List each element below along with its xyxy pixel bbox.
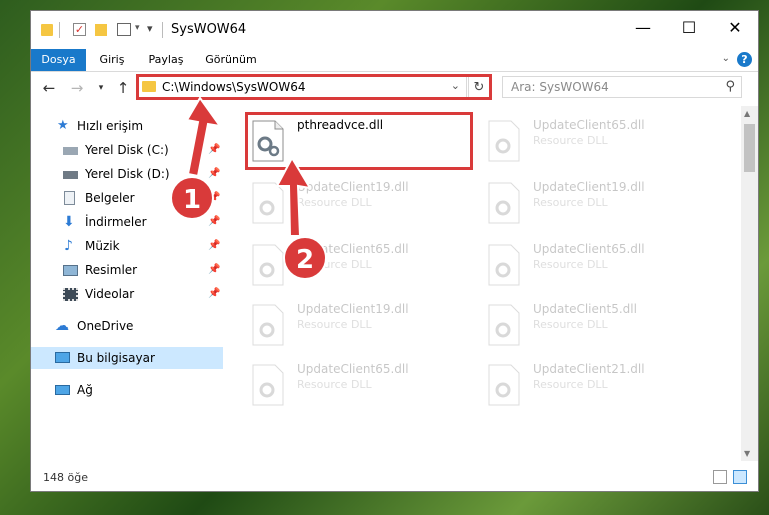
arrow-1 bbox=[185, 96, 223, 178]
step-badge-2: 2 bbox=[283, 236, 327, 280]
arrow-2 bbox=[275, 155, 312, 237]
step-badge-1: 1 bbox=[170, 176, 214, 220]
annotation-arrows bbox=[185, 96, 312, 237]
